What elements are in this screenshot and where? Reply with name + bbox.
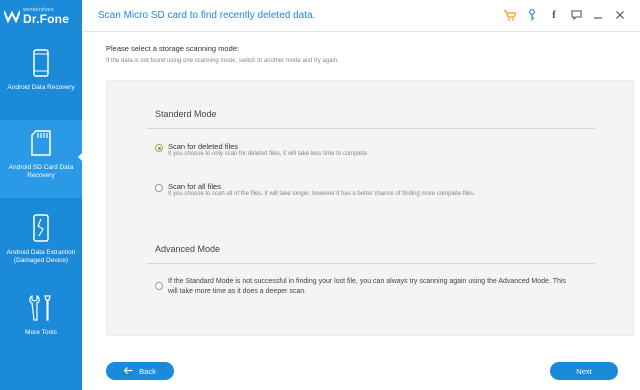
phone-icon: [26, 48, 56, 78]
scan-mode-panel: Standerd Mode Scan for deleted files If …: [106, 80, 634, 336]
sidebar-item-data-extraction[interactable]: Android Data Extraction (Damaged Device): [0, 205, 82, 283]
app-name: Dr.Fone: [23, 11, 70, 26]
header-bar: Scan Micro SD card to find recently dele…: [82, 0, 640, 32]
option-description: If the Standard Mode is not successful i…: [168, 278, 566, 296]
radio-scan-deleted-files[interactable]: [155, 144, 163, 152]
sidebar: wondershare Dr.Fone Android Data Recover…: [0, 0, 83, 390]
scan-mode-prompt: Please select a storage scanning mode:: [106, 44, 239, 53]
scan-mode-hint: If the data is not found using one scann…: [106, 58, 339, 64]
key-icon[interactable]: [526, 9, 538, 21]
minimize-icon[interactable]: [592, 9, 604, 21]
option-scan-all-files[interactable]: Scan for all files If you choose to scan…: [155, 182, 475, 199]
header-toolbar: f: [494, 9, 626, 21]
radio-scan-all-files[interactable]: [155, 184, 163, 192]
back-button-label: Back: [139, 366, 156, 376]
active-indicator: [78, 152, 83, 162]
option-description: If you choose to scan all of the files, …: [168, 191, 476, 197]
page-title: Scan Micro SD card to find recently dele…: [98, 10, 316, 21]
option-title: Scan for all files: [168, 182, 221, 191]
app-logo: wondershare Dr.Fone: [0, 0, 82, 32]
radio-advanced-mode[interactable]: [155, 282, 163, 290]
close-icon[interactable]: [614, 9, 626, 21]
advanced-mode-divider: [147, 263, 595, 264]
cart-icon[interactable]: [504, 9, 516, 21]
option-advanced-mode[interactable]: If the Standard Mode is not successful i…: [155, 277, 568, 297]
sidebar-item-label: Android Data Recovery: [7, 84, 75, 91]
sd-card-icon: [26, 128, 56, 158]
feedback-icon[interactable]: [570, 9, 582, 21]
option-description: If you choose to only scan for deleted f…: [168, 151, 369, 157]
next-button-label: Next: [576, 366, 592, 376]
standard-mode-divider: [147, 128, 595, 129]
sidebar-item-android-data-recovery[interactable]: Android Data Recovery: [0, 40, 82, 118]
wondershare-logo-icon: [4, 10, 20, 23]
sidebar-item-label: Android SD Card Data Recovery: [8, 164, 74, 180]
tools-icon: [26, 293, 56, 323]
sidebar-item-label: More Tools: [25, 329, 57, 336]
option-scan-deleted-files[interactable]: Scan for deleted files If you choose to …: [155, 142, 369, 159]
back-arrow-icon: [123, 366, 133, 376]
broken-phone-icon: [26, 213, 56, 243]
standard-mode-title: Standerd Mode: [155, 109, 217, 119]
option-title: Scan for deleted files: [168, 142, 239, 151]
facebook-icon[interactable]: f: [548, 9, 560, 21]
next-button[interactable]: Next: [550, 362, 618, 380]
sidebar-item-sd-card-recovery[interactable]: Android SD Card Data Recovery: [0, 120, 83, 198]
advanced-mode-title: Advanced Mode: [155, 244, 221, 254]
sidebar-item-label: Android Data Extraction (Damaged Device): [6, 249, 76, 265]
sidebar-item-more-tools[interactable]: More Tools: [0, 285, 82, 363]
back-button[interactable]: Back: [106, 362, 174, 380]
